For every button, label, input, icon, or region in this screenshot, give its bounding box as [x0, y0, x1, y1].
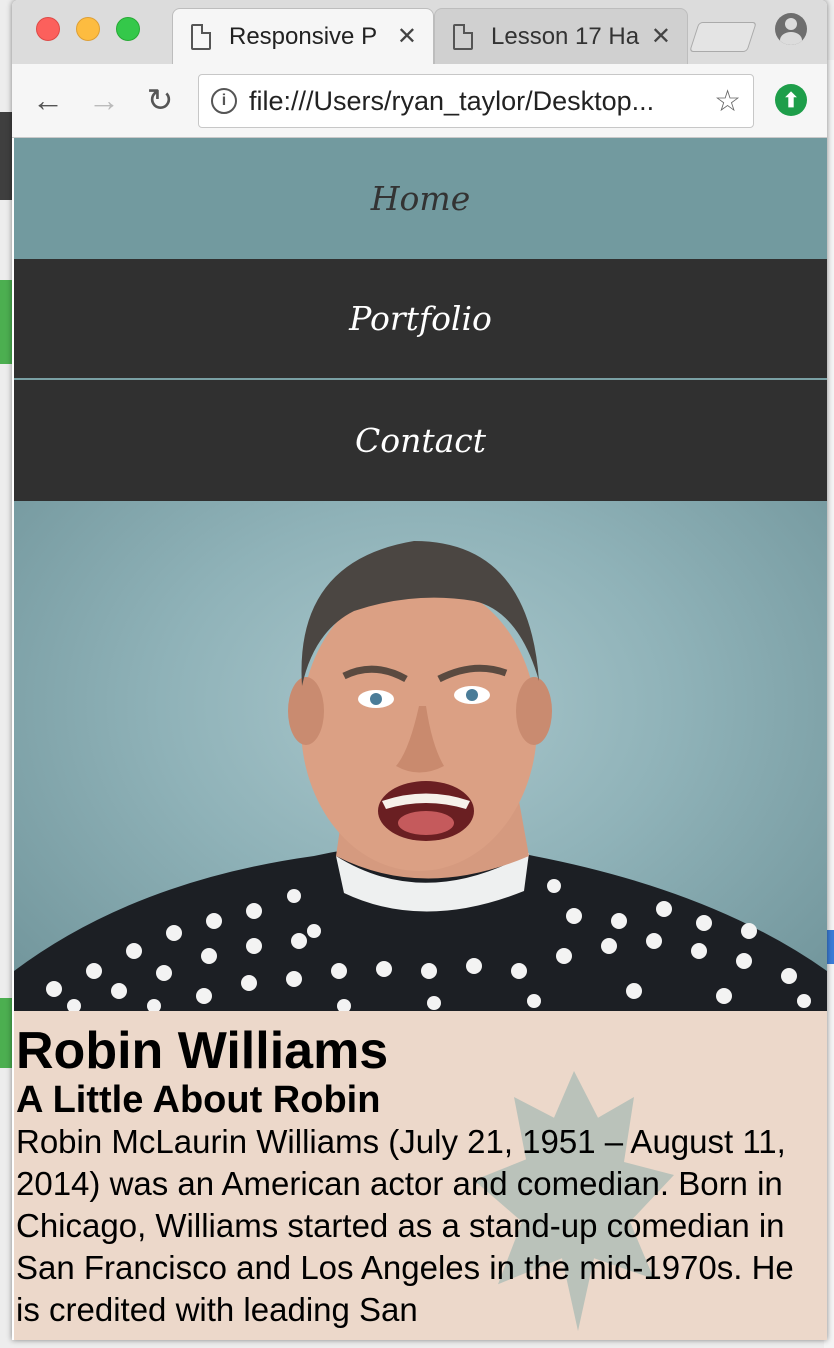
extension-upload-icon[interactable]: ⬆: [775, 84, 807, 116]
nav-link-home[interactable]: Home: [14, 138, 827, 259]
close-tab-icon[interactable]: ✕: [651, 22, 671, 51]
minimize-window-button[interactable]: [76, 17, 100, 41]
bookmark-star-icon[interactable]: ☆: [714, 84, 741, 119]
bio-section: Robin Williams A Little About Robin Robi…: [14, 1011, 827, 1340]
tab-lesson[interactable]: Lesson 17 Ha ✕: [434, 8, 688, 64]
nav-link-portfolio[interactable]: Portfolio: [14, 259, 827, 380]
address-bar[interactable]: i file:///Users/ryan_taylor/Desktop... ☆: [198, 74, 754, 128]
section-subtitle: A Little About Robin: [16, 1079, 381, 1121]
maximize-window-button[interactable]: [116, 17, 140, 41]
close-tab-icon[interactable]: ✕: [397, 22, 417, 51]
title-bar: Responsive P ✕ Lesson 17 Ha ✕: [12, 0, 827, 64]
bio-paragraph: Robin McLaurin Williams (July 21, 1951 –…: [16, 1123, 794, 1328]
nav-link-contact[interactable]: Contact: [14, 380, 827, 501]
reload-icon[interactable]: ↻: [142, 82, 178, 118]
tab-responsive[interactable]: Responsive P ✕: [172, 8, 434, 64]
close-window-button[interactable]: [36, 17, 60, 41]
new-tab-button[interactable]: [689, 22, 757, 52]
page-title: Robin Williams: [16, 1022, 389, 1080]
document-icon: [453, 23, 473, 50]
url-text[interactable]: file:///Users/ryan_taylor/Desktop...: [249, 86, 708, 117]
back-arrow-icon[interactable]: ←: [30, 82, 66, 118]
forward-arrow-icon[interactable]: →: [86, 82, 122, 118]
web-page: Home Portfolio Contact Robin Williams A …: [14, 138, 827, 1340]
site-nav: Home Portfolio Contact: [14, 138, 827, 501]
info-icon[interactable]: i: [211, 88, 237, 114]
browser-toolbar: ← → ↻ i file:///Users/ryan_taylor/Deskto…: [12, 64, 827, 138]
profile-icon[interactable]: [775, 13, 807, 45]
tab-title: Responsive P: [229, 22, 378, 50]
hero-portrait-image: [14, 501, 827, 1011]
browser-window: Responsive P ✕ Lesson 17 Ha ✕ ← → ↻ i fi…: [12, 0, 827, 1340]
document-icon: [191, 23, 211, 50]
tab-title: Lesson 17 Ha: [491, 22, 640, 50]
